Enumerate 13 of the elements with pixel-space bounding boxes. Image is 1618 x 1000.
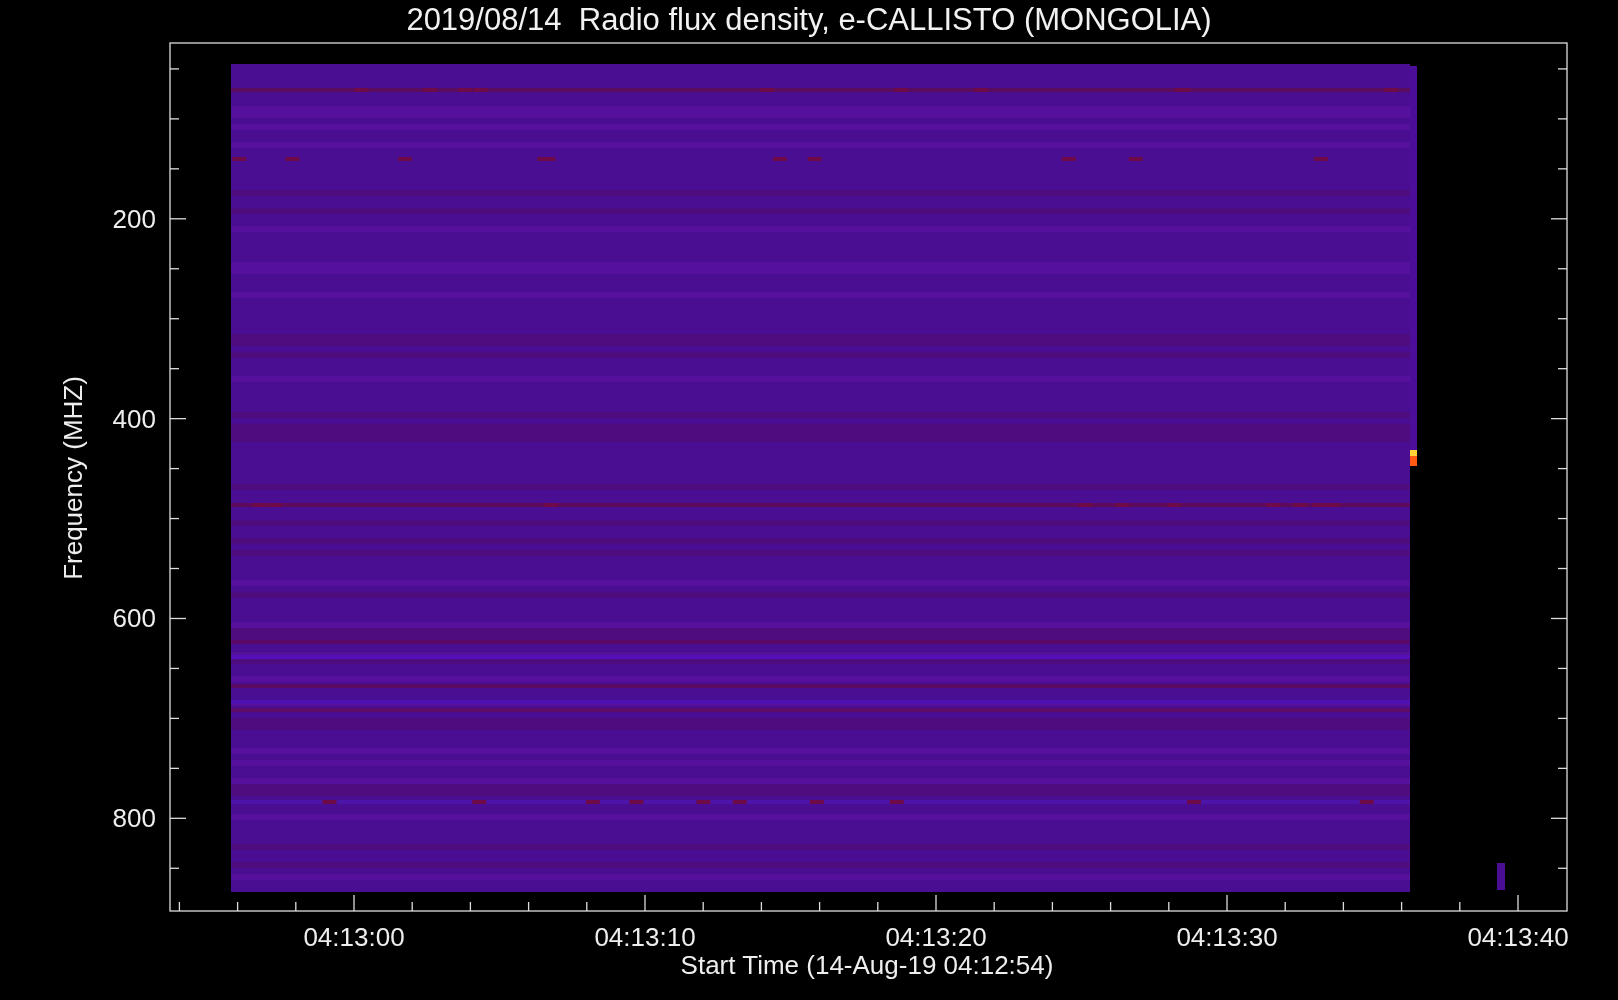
x-tick-label: 04:13:10 — [594, 922, 696, 952]
x-tick-label: 04:13:00 — [303, 922, 405, 952]
y-tick-label: 800 — [112, 803, 156, 834]
y-tick-label: 400 — [112, 403, 156, 434]
x-tick-label: 04:13:30 — [1176, 922, 1278, 952]
chart-title: 2019/08/14 Radio flux density, e-CALLISTO (MONGOLIA) — [406, 1, 1212, 39]
y-tick-label: 600 — [112, 603, 156, 634]
x-tick-label: 04:13:20 — [885, 922, 987, 952]
marker-bar — [1497, 863, 1505, 890]
x-tick-label: 04:13:40 — [1467, 922, 1569, 952]
y-axis-label: Frequency (MHZ) — [58, 376, 88, 580]
x-axis-label: Start Time (14-Aug-19 04:12:54) — [680, 950, 1054, 980]
y-tick-label: 200 — [112, 203, 156, 234]
